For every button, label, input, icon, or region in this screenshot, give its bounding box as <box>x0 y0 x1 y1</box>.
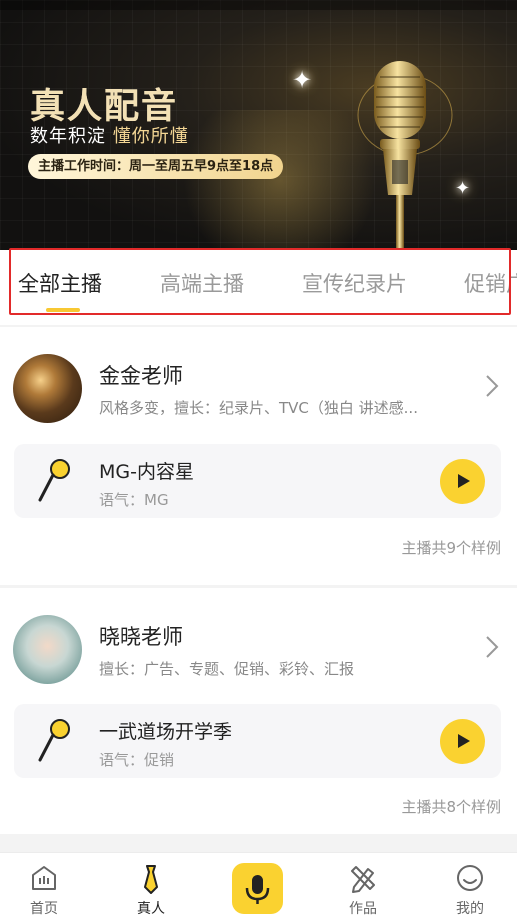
tab-promotion[interactable]: 促销广 <box>464 268 517 298</box>
home-icon <box>32 866 56 890</box>
category-tabs: 全部主播 高端主播 宣传纪录片 促销广 <box>0 250 517 325</box>
active-tab-indicator <box>46 308 80 312</box>
sample-title: MG-内容星 <box>99 461 194 483</box>
tab-all-hosts[interactable]: 全部主播 <box>18 268 102 298</box>
nav-label: 首页 <box>30 901 58 917</box>
host-description: 擅长：广告、专题、促销、彩铃、汇报 <box>99 660 355 678</box>
sample-item[interactable]: 一武道场开学季 语气：促销 <box>14 704 501 778</box>
hero-banner[interactable]: 真人配音 数年积淀 懂你所懂 主播工作时间：周一至周五早9点至18点 ✦ ✦ <box>0 0 517 250</box>
microphone-illustration-icon <box>357 61 453 250</box>
nav-voice-actors[interactable]: 真人 <box>116 853 186 918</box>
chevron-right-icon[interactable] <box>485 634 499 660</box>
microphone-icon <box>38 459 70 502</box>
tie-icon <box>144 865 158 894</box>
banner-subtitle: 数年积淀 懂你所懂 <box>30 122 189 148</box>
play-button[interactable] <box>440 459 485 504</box>
sample-tone: 语气：MG <box>99 491 169 509</box>
tab-premium-hosts[interactable]: 高端主播 <box>160 268 244 298</box>
play-button[interactable] <box>440 719 485 764</box>
avatar <box>13 354 82 423</box>
sample-count[interactable]: 主播共9个样例 <box>401 537 501 558</box>
host-card[interactable]: 晓晓老师 擅长：广告、专题、促销、彩铃、汇报 一武道场开学季 语气：促销 主播共… <box>0 588 517 834</box>
sample-tone: 语气：促销 <box>99 751 175 769</box>
pencil-ruler-icon <box>351 866 375 893</box>
banner-subtitle-highlight: 懂你所懂 <box>112 126 189 147</box>
microphone-icon <box>245 875 270 904</box>
host-card[interactable]: 金金老师 风格多变，擅长：纪录片、TVC（独白 讲述感... MG-内容星 语气… <box>0 327 517 585</box>
nav-works[interactable]: 作品 <box>328 853 398 918</box>
bottom-navigation: 首页 真人 作品 我的 <box>0 852 517 918</box>
microphone-icon <box>38 719 70 762</box>
sparkle-icon: ✦ <box>292 66 313 94</box>
nav-label: 我的 <box>456 901 484 917</box>
host-name: 金金老师 <box>99 364 183 388</box>
nav-label: 真人 <box>137 901 165 917</box>
nav-label: 作品 <box>349 901 377 917</box>
host-name: 晓晓老师 <box>99 625 183 649</box>
working-hours-pill: 主播工作时间：周一至周五早9点至18点 <box>28 154 284 179</box>
chevron-right-icon[interactable] <box>485 373 499 399</box>
tab-documentary[interactable]: 宣传纪录片 <box>302 268 407 298</box>
smile-face-icon <box>457 865 483 891</box>
sample-item[interactable]: MG-内容星 语气：MG <box>14 444 501 518</box>
sample-count[interactable]: 主播共8个样例 <box>401 796 501 817</box>
status-bar <box>0 0 517 10</box>
nav-home[interactable]: 首页 <box>9 853 79 918</box>
record-button[interactable] <box>232 863 283 914</box>
banner-subtitle-plain: 数年积淀 <box>30 126 113 147</box>
avatar <box>13 615 82 684</box>
nav-profile[interactable]: 我的 <box>435 853 505 918</box>
sample-title: 一武道场开学季 <box>99 721 233 743</box>
host-description: 风格多变，擅长：纪录片、TVC（独白 讲述感... <box>99 399 418 417</box>
